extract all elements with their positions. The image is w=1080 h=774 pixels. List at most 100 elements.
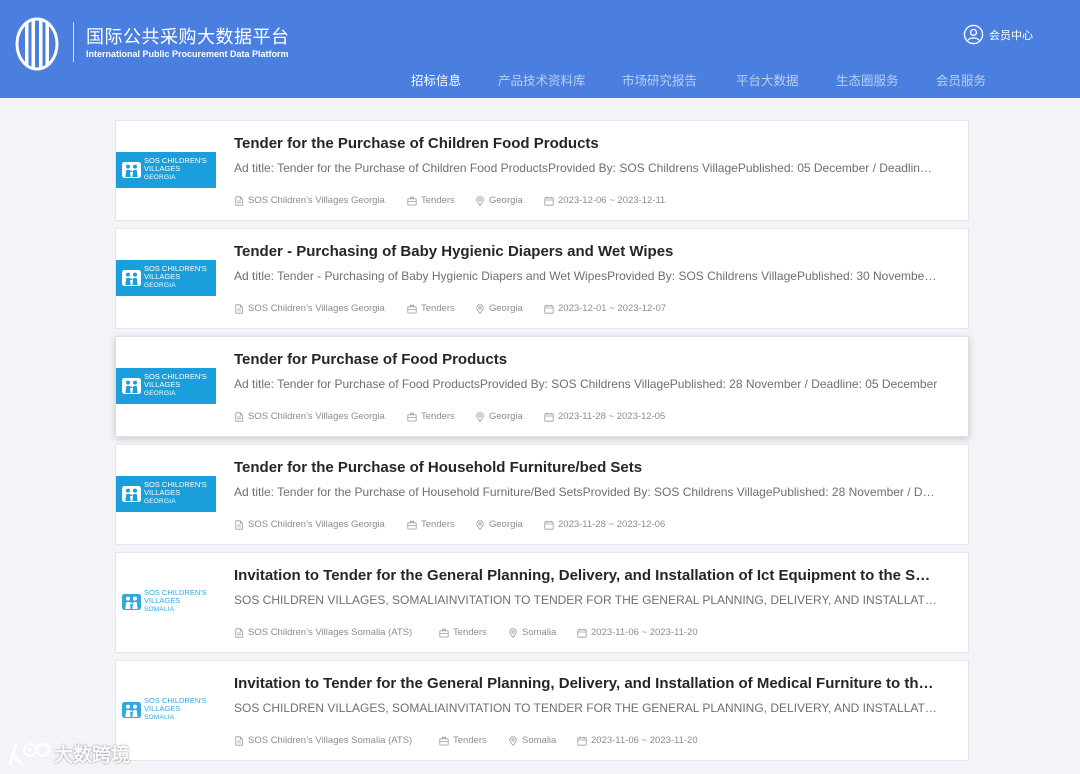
nav-member-services[interactable]: 会员服务 xyxy=(936,70,986,89)
tender-location-text: Somalia xyxy=(522,627,557,638)
nav-market-reports[interactable]: 市场研究报告 xyxy=(622,70,697,89)
tender-location-text: Georgia xyxy=(489,195,523,206)
member-center-label: 会员中心 xyxy=(989,28,1033,42)
tender-title[interactable]: Tender - Purchasing of Baby Hygienic Dia… xyxy=(234,243,938,260)
logo-line-2: VILLAGES xyxy=(144,272,181,281)
nav-product-library[interactable]: 产品技术资料库 xyxy=(498,70,586,89)
location-pin-icon xyxy=(476,519,484,530)
tender-title[interactable]: Tender for the Purchase of Children Food… xyxy=(234,135,938,152)
tender-dates: 2023-11-06 ~ 2023-11-20 xyxy=(577,735,698,746)
tender-dates: 2023-12-06 ~ 2023-12-11 xyxy=(544,195,665,206)
tender-title[interactable]: Invitation to Tender for the General Pla… xyxy=(234,675,938,692)
location-pin-icon xyxy=(476,195,484,206)
tender-title[interactable]: Invitation to Tender for the General Pla… xyxy=(234,567,938,584)
location-pin-icon xyxy=(509,627,517,638)
location-pin-icon xyxy=(509,735,517,746)
tender-card[interactable]: SOS CHILDREN'S VILLAGES GEORGIA Tender f… xyxy=(115,120,969,221)
tender-location-text: Georgia xyxy=(489,519,523,530)
nav-ecosystem-services[interactable]: 生态圈服务 xyxy=(836,70,899,89)
tender-card[interactable]: SOS CHILDREN'S VILLAGES SOMALIA Invitati… xyxy=(115,660,969,761)
tender-source-text: SOS Children’s Villages Somalia (ATS) xyxy=(248,735,413,746)
tender-source: SOS Children's Villages Georgia xyxy=(234,519,385,530)
tender-category-text: Tenders xyxy=(421,519,455,530)
calendar-icon xyxy=(577,628,587,638)
tender-source-text: SOS Children’s Villages Somalia (ATS) xyxy=(248,627,413,638)
children-logo-icon xyxy=(122,162,141,178)
tender-location-text: Georgia xyxy=(489,303,523,314)
tender-card[interactable]: SOS CHILDREN'S VILLAGES SOMALIA Invitati… xyxy=(115,552,969,653)
organization-logo: SOS CHILDREN'S VILLAGES SOMALIA xyxy=(116,692,216,728)
logo-line-2: VILLAGES xyxy=(144,164,181,173)
children-logo-icon xyxy=(122,378,141,394)
tender-card[interactable]: SOS CHILDREN'S VILLAGES GEORGIA Tender f… xyxy=(115,336,969,437)
calendar-icon xyxy=(544,412,554,422)
watermark-text: 大数跨境 xyxy=(54,743,131,766)
nav-tender-info[interactable]: 招标信息 xyxy=(411,70,461,89)
children-logo-icon xyxy=(122,594,141,610)
document-icon xyxy=(235,195,243,206)
document-icon xyxy=(235,519,243,530)
tender-dates-text: 2023-11-28 ~ 2023-12-05 xyxy=(558,411,666,422)
tender-title[interactable]: Tender for the Purchase of Household Fur… xyxy=(234,459,938,476)
platform-logo-icon[interactable] xyxy=(14,16,60,72)
tender-source: SOS Children's Villages Georgia xyxy=(234,303,385,314)
document-icon xyxy=(235,411,243,422)
location-pin-icon xyxy=(476,303,484,314)
logo-line-3: SOMALIA xyxy=(144,714,175,721)
organization-logo: SOS CHILDREN'S VILLAGES GEORGIA xyxy=(116,152,216,188)
tender-source: SOS Children’s Villages Somalia (ATS) xyxy=(234,735,412,746)
tender-location: Somalia xyxy=(508,627,556,638)
tender-description: Ad title: Tender for Purchase of Food Pr… xyxy=(234,377,938,391)
tender-source: SOS Children's Villages Georgia xyxy=(234,195,385,206)
member-center-link[interactable]: 会员中心 xyxy=(963,24,1033,45)
tender-card[interactable]: SOS CHILDREN'S VILLAGES GEORGIA Tender -… xyxy=(115,228,969,329)
site-header: 国际公共采购大数据平台 International Public Procure… xyxy=(0,0,1080,98)
tender-title[interactable]: Tender for Purchase of Food Products xyxy=(234,351,938,368)
tender-dates-text: 2023-11-06 ~ 2023-11-20 xyxy=(591,627,698,638)
organization-logo: SOS CHILDREN'S VILLAGES GEORGIA xyxy=(116,476,216,512)
watermark-logo-icon xyxy=(8,742,51,766)
tender-description: Ad title: Tender for the Purchase of Hou… xyxy=(234,485,938,499)
calendar-icon xyxy=(577,736,587,746)
tender-dates-text: 2023-11-06 ~ 2023-11-20 xyxy=(591,735,698,746)
tender-dates: 2023-11-28 ~ 2023-12-06 xyxy=(544,519,665,530)
document-icon xyxy=(235,627,243,638)
tender-card[interactable]: SOS CHILDREN'S VILLAGES GEORGIA Tender f… xyxy=(115,444,969,545)
nav-platform-big-data[interactable]: 平台大数据 xyxy=(736,70,799,89)
organization-logo: SOS CHILDREN'S VILLAGES GEORGIA xyxy=(116,368,216,404)
logo-line-3: GEORGIA xyxy=(144,498,176,505)
tender-location: Georgia xyxy=(475,195,523,206)
tender-location: Georgia xyxy=(475,519,523,530)
tender-location-text: Somalia xyxy=(522,735,557,746)
tender-source-text: SOS Children's Villages Georgia xyxy=(248,195,385,206)
tender-dates: 2023-12-01 ~ 2023-12-07 xyxy=(544,303,666,314)
logo-line-2: VILLAGES xyxy=(144,380,181,389)
tender-location: Georgia xyxy=(475,411,523,422)
tender-category: Tenders xyxy=(439,627,487,638)
logo-line-3: GEORGIA xyxy=(144,282,176,289)
tender-source: SOS Children's Villages Georgia xyxy=(234,411,385,422)
logo-line-2: VILLAGES xyxy=(144,488,181,497)
user-avatar-icon xyxy=(963,24,984,45)
tender-description: SOS CHILDREN VILLAGES, SOMALIAINVITATION… xyxy=(234,701,938,715)
logo-line-2: VILLAGES xyxy=(144,704,181,713)
briefcase-icon xyxy=(407,520,417,529)
tender-category-text: Tenders xyxy=(453,735,487,746)
tender-source-text: SOS Children's Villages Georgia xyxy=(248,411,385,422)
briefcase-icon xyxy=(439,628,449,637)
briefcase-icon xyxy=(407,412,417,421)
tender-source: SOS Children’s Villages Somalia (ATS) xyxy=(234,627,412,638)
tender-category: Tenders xyxy=(407,303,455,314)
location-pin-icon xyxy=(476,411,484,422)
briefcase-icon xyxy=(407,304,417,313)
tender-dates-text: 2023-11-28 ~ 2023-12-06 xyxy=(558,519,666,530)
document-icon xyxy=(235,735,243,746)
tender-source-text: SOS Children's Villages Georgia xyxy=(248,303,385,314)
logo-line-3: GEORGIA xyxy=(144,174,176,181)
tender-source-text: SOS Children's Villages Georgia xyxy=(248,519,385,530)
calendar-icon xyxy=(544,304,554,314)
brand-name-cn[interactable]: 国际公共采购大数据平台 xyxy=(86,23,290,49)
main-nav: 招标信息 产品技术资料库 市场研究报告 平台大数据 生态圈服务 会员服务 xyxy=(0,70,1080,88)
brand-name-en: International Public Procurement Data Pl… xyxy=(86,49,289,59)
tender-dates-text: 2023-12-01 ~ 2023-12-07 xyxy=(558,303,667,314)
